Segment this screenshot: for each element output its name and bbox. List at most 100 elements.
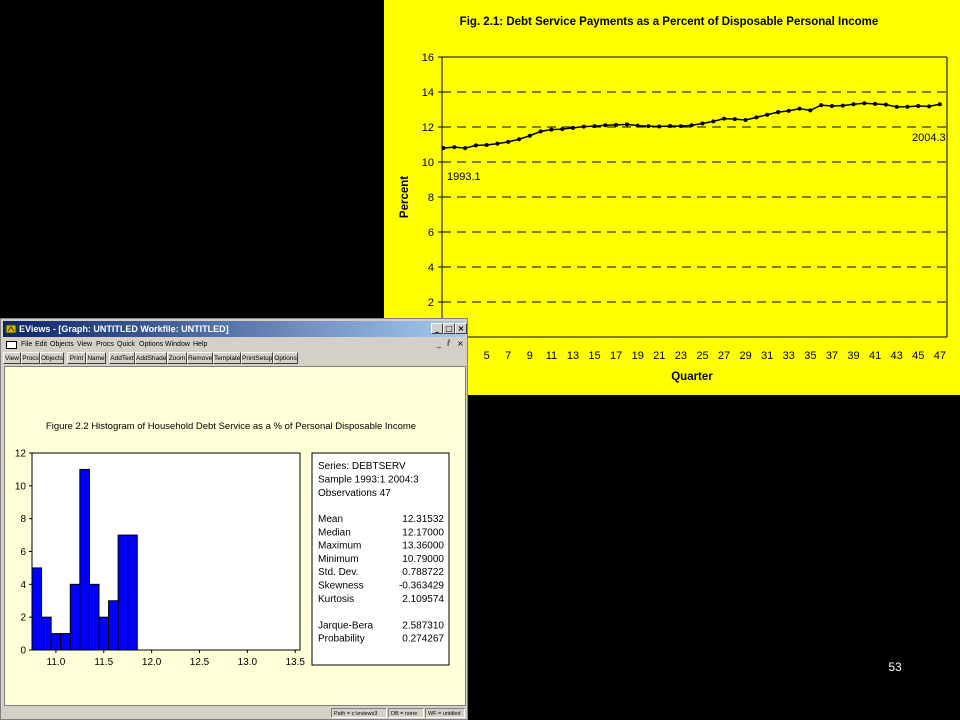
histogram-title: Figure 2.2 Histogram of Household Debt S… (46, 421, 416, 432)
line-data-point (873, 101, 878, 106)
line-xtick-label: 29 (739, 350, 751, 362)
maximize-button[interactable]: □ (443, 323, 455, 334)
line-ytick-label: 16 (422, 52, 434, 64)
toolbar-template-button[interactable]: Template (213, 352, 241, 364)
toolbar-objects-button[interactable]: Objects (40, 352, 64, 364)
line-xtick-label: 5 (484, 350, 490, 362)
line-data-point (452, 145, 457, 150)
eviews-window: EViews - [Graph: UNTITLED Workfile: UNTI… (0, 318, 468, 720)
stats-label: Skewness (318, 581, 364, 592)
mdi-minimize-button[interactable]: _ (437, 339, 441, 348)
eviews-app-icon[interactable] (5, 323, 17, 335)
line-data-point (775, 110, 780, 115)
histogram-bar (79, 468, 90, 651)
toolbar-procs-button[interactable]: Procs (21, 352, 40, 364)
stats-value: 13.36000 (402, 541, 444, 552)
menu-bar: File Edit Objects View Procs Quick Optio… (3, 338, 465, 352)
window-titlebar[interactable]: EViews - [Graph: UNTITLED Workfile: UNTI… (3, 321, 467, 337)
line-data-point (754, 115, 759, 120)
stats-header-line: Observations 47 (318, 488, 391, 499)
line-xtick-label: 39 (847, 350, 859, 362)
line-xaxis-label: Quarter (671, 371, 713, 383)
histogram-bar (88, 583, 100, 651)
histogram-bar (50, 633, 62, 651)
toolbar-view-button[interactable]: View (3, 352, 21, 364)
toolbar-zoom-button[interactable]: Zoom (167, 352, 187, 364)
line-data-point (549, 127, 554, 132)
close-button[interactable]: × (455, 323, 467, 334)
line-data-point (603, 123, 608, 128)
line-data-point (732, 117, 737, 122)
minimize-button[interactable]: _ (431, 323, 443, 334)
line-xtick-label: 37 (826, 350, 838, 362)
menu-window[interactable]: Window (165, 338, 190, 352)
line-data-point (700, 121, 705, 126)
histogram-bar (31, 567, 43, 651)
line-data-point (711, 119, 716, 124)
line-data-point (560, 127, 565, 132)
mdi-restore-button[interactable]: ř (447, 339, 450, 348)
line-xtick-label: 13 (567, 350, 579, 362)
menu-view[interactable]: View (77, 338, 92, 352)
line-data-point (862, 101, 867, 106)
histogram-bar (108, 600, 119, 651)
line-chart-panel: Fig. 2.1: Debt Service Payments as a Per… (384, 0, 960, 395)
stats-value: 0.274267 (402, 634, 444, 645)
histogram-ytick-label: 2 (20, 613, 26, 624)
histogram-bar (69, 583, 81, 651)
line-ytick-label: 8 (428, 192, 434, 204)
line-xtick-label: 7 (505, 350, 511, 362)
line-xtick-label: 19 (632, 350, 644, 362)
line-data-point (484, 143, 489, 148)
menu-edit[interactable]: Edit (35, 338, 47, 352)
toolbar-addtext-button[interactable]: AddText (109, 352, 135, 364)
line-data-point (883, 102, 888, 107)
menu-objects[interactable]: Objects (50, 338, 74, 352)
line-xtick-label: 23 (675, 350, 687, 362)
histogram-xtick-label: 12.5 (190, 657, 210, 668)
line-data-point (905, 104, 910, 109)
window-title: EViews - [Graph: UNTITLED Workfile: UNTI… (19, 324, 229, 334)
line-chart-title: Fig. 2.1: Debt Service Payments as a Per… (460, 16, 879, 28)
mdi-close-button[interactable]: × (457, 339, 464, 348)
line-data-point (646, 124, 651, 129)
stats-label: Mean (318, 514, 343, 525)
line-data-point (473, 143, 478, 148)
histogram-bar (41, 616, 52, 651)
status-db: DB = none (388, 708, 424, 718)
stats-value: 0.788722 (402, 567, 444, 578)
line-xtick-label: 33 (783, 350, 795, 362)
line-data-point (581, 124, 586, 129)
document-icon[interactable] (6, 341, 17, 349)
line-data-point (506, 139, 511, 144)
status-bar: Path = c:\eviews3 DB = none WF = untitle… (3, 708, 465, 719)
histogram-xtick-label: 13.0 (238, 657, 258, 668)
status-path: Path = c:\eviews3 (331, 708, 387, 718)
histogram-ytick-label: 12 (15, 449, 27, 460)
stats-label: Median (318, 527, 351, 538)
line-data-point (495, 141, 500, 146)
toolbar-print-button[interactable]: Print (67, 352, 86, 364)
menu-quick[interactable]: Quick (117, 338, 135, 352)
line-data-point (614, 122, 619, 127)
line-data-point (937, 102, 942, 107)
stats-label: Std. Dev. (318, 567, 358, 578)
toolbar-remove-button[interactable]: Remove (187, 352, 213, 364)
histogram-bar (117, 534, 129, 651)
menu-help[interactable]: Help (193, 338, 207, 352)
menu-options[interactable]: Options (139, 338, 163, 352)
toolbar-printsetup-button[interactable]: PrintSetup (241, 352, 273, 364)
toolbar-addshade-button[interactable]: AddShade (135, 352, 167, 364)
menu-procs[interactable]: Procs (96, 338, 114, 352)
line-data-point (927, 104, 932, 109)
line-data-point (829, 104, 834, 108)
line-data-point (743, 118, 748, 122)
menu-file[interactable]: File (21, 338, 32, 352)
histogram-chart: Figure 2.2 Histogram of Household Debt S… (15, 421, 450, 668)
line-xtick-label: 43 (891, 350, 903, 362)
stats-value: 12.31532 (402, 514, 444, 525)
line-data-point (624, 122, 629, 127)
toolbar-options-button[interactable]: Options (273, 352, 298, 364)
toolbar-name-button[interactable]: Name (86, 352, 106, 364)
line-ytick-label: 12 (422, 122, 434, 134)
